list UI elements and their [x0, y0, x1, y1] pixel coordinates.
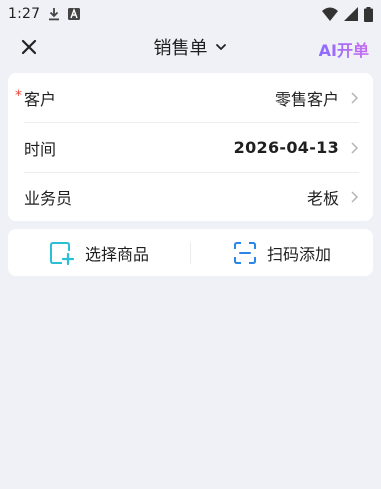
ai-order-button[interactable]: AI开单	[319, 37, 369, 61]
time-row[interactable]: 时间 2026-04-13	[24, 123, 359, 172]
order-info-card: * 客户 零售客户 时间 2026-04-13 业务员 老板	[8, 73, 373, 221]
download-icon	[49, 8, 60, 21]
nav-bar: 销售单 AI开单	[0, 28, 381, 66]
required-mark: *	[15, 88, 22, 104]
chevron-right-icon	[351, 91, 359, 104]
scan-add-label: 扫码添加	[266, 244, 331, 264]
chevron-right-icon	[351, 141, 359, 154]
salesperson-row[interactable]: 业务员 老板	[24, 172, 359, 221]
close-icon[interactable]	[18, 36, 40, 58]
salesperson-label: 业务员	[24, 188, 73, 208]
scan-icon	[233, 241, 256, 264]
status-bar: 1:27	[0, 0, 381, 28]
time-label: 时间	[24, 139, 57, 159]
customer-label: 客户	[24, 89, 57, 109]
customer-row[interactable]: * 客户 零售客户	[15, 73, 359, 122]
battery-icon	[364, 6, 373, 22]
goods-actions-card: 选择商品 扫码添加	[8, 229, 373, 276]
font-icon	[68, 8, 81, 20]
scan-add-button[interactable]: 扫码添加	[191, 229, 373, 276]
status-time: 1:27	[8, 6, 41, 22]
time-value: 2026-04-13	[233, 138, 339, 157]
select-goods-label: 选择商品	[84, 244, 149, 264]
page-title[interactable]: 销售单	[154, 34, 208, 60]
signal-icon	[344, 7, 358, 21]
chevron-down-icon[interactable]	[214, 40, 228, 54]
chevron-right-icon	[351, 190, 359, 203]
select-goods-button[interactable]: 选择商品	[8, 229, 190, 276]
salesperson-value: 老板	[306, 188, 339, 208]
customer-value: 零售客户	[274, 89, 339, 109]
add-goods-icon	[49, 241, 75, 265]
wifi-icon	[322, 7, 338, 21]
